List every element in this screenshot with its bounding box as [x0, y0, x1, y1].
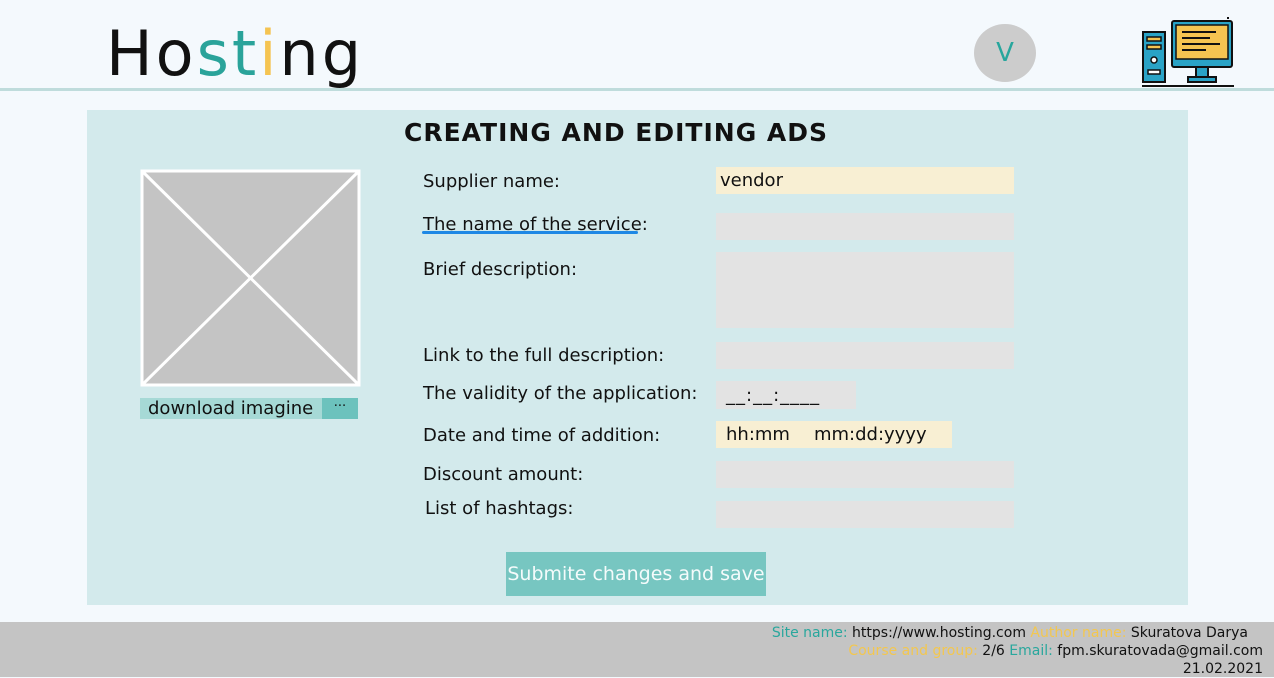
validity-date-field[interactable]: __:__:____ — [716, 381, 856, 409]
footer-line-2: Course and group: 2/6 Email: fpm.skurato… — [848, 643, 1263, 659]
discount-label: Discount amount: — [423, 464, 584, 485]
page-title: CREATING AND EDITING ADS — [403, 118, 829, 147]
full-description-link-input[interactable] — [716, 342, 1014, 369]
download-image-bar: download imagine ··· — [140, 398, 358, 419]
footer-date: 21.02.2021 — [1182, 661, 1263, 677]
supplier-name-label: Supplier name: — [423, 171, 560, 192]
spellcheck-underline — [422, 231, 638, 234]
full-description-link-label: Link to the full description: — [423, 345, 665, 366]
supplier-name-input[interactable] — [716, 167, 1014, 194]
footer: Site name: https://www.hosting.com Autho… — [0, 622, 1274, 677]
hashtags-input[interactable] — [716, 501, 1014, 528]
hashtags-label: List of hashtags: — [425, 498, 574, 519]
browse-image-button[interactable]: ··· — [322, 398, 358, 419]
ad-editor-panel: CREATING AND EDITING ADS download imagin… — [87, 110, 1188, 605]
brief-description-textarea[interactable] — [716, 252, 1014, 328]
discount-input[interactable] — [716, 461, 1014, 488]
user-avatar[interactable]: V — [974, 24, 1036, 82]
author-email[interactable]: fpm.skuratovada@gmail.com — [1057, 643, 1263, 659]
time-placeholder: hh:mm — [726, 424, 790, 445]
date-added-label: Date and time of addition: — [423, 425, 661, 446]
date-placeholder: mm:dd:yyyy — [813, 424, 927, 445]
download-image-label: download imagine — [148, 398, 314, 419]
submit-button[interactable]: Submite changes and save — [506, 552, 766, 596]
validity-label: The validity of the application: — [423, 383, 698, 404]
footer-line-1: Site name: https://www.hosting.com Autho… — [771, 625, 1248, 641]
header-divider — [0, 88, 1274, 91]
computer-icon — [1142, 17, 1234, 87]
date-added-field[interactable]: hh:mm mm:dd:yyyy — [716, 421, 952, 448]
author-name: Skuratova Darya — [1130, 625, 1248, 641]
header: Hosting V — [0, 0, 1274, 90]
course-group: 2/6 — [982, 643, 1005, 659]
image-placeholder[interactable] — [140, 169, 361, 387]
service-name-input[interactable] — [716, 213, 1014, 240]
brief-description-label: Brief description: — [423, 259, 578, 280]
site-logo[interactable]: Hosting — [106, 18, 364, 90]
site-url[interactable]: https://www.hosting.com — [852, 625, 1026, 641]
